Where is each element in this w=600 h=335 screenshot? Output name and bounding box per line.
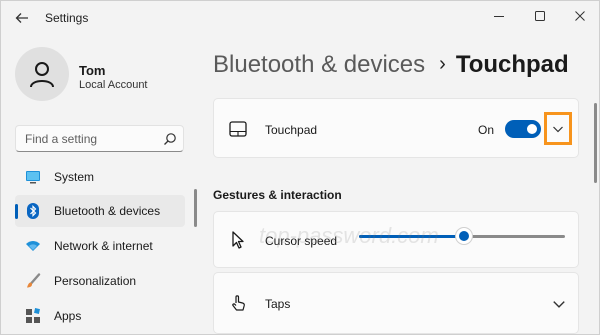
brush-icon (27, 273, 41, 288)
taps-label: Taps (265, 297, 291, 311)
app-title: Settings (45, 11, 89, 25)
back-arrow-icon (15, 13, 28, 23)
slider-fill (359, 235, 464, 238)
breadcrumb-separator: › (439, 53, 446, 75)
minimize-icon (494, 16, 504, 17)
expand-button[interactable] (544, 112, 572, 145)
cursor-icon (232, 231, 244, 249)
close-icon (575, 11, 585, 21)
back-button[interactable] (11, 9, 33, 27)
touchpad-toggle[interactable] (505, 120, 541, 138)
close-button[interactable] (565, 4, 595, 28)
chevron-down-icon (553, 126, 563, 132)
search-icon (164, 133, 176, 145)
minimize-button[interactable] (484, 4, 514, 28)
cursor-speed-slider[interactable] (359, 226, 565, 246)
apps-icon (26, 308, 40, 323)
page-title: Touchpad (455, 51, 569, 78)
avatar (15, 47, 69, 101)
touchpad-icon (229, 121, 247, 137)
cursor-speed-card: Cursor speed (213, 211, 579, 268)
sidebar-scrollbar[interactable] (194, 189, 197, 227)
taps-card[interactable]: Taps (213, 272, 579, 334)
account-type: Local Account (79, 79, 148, 91)
cursor-speed-label: Cursor speed (265, 234, 338, 248)
toggle-knob (527, 124, 537, 134)
sidebar-item-label: System (54, 170, 95, 184)
search-placeholder: Find a setting (25, 132, 98, 146)
touchpad-label: Touchpad (265, 123, 318, 137)
wifi-icon (26, 241, 40, 251)
sidebar-item-personalization[interactable]: Personalization (15, 265, 185, 297)
user-name: Tom (79, 63, 106, 78)
sidebar-item-system[interactable]: System (15, 161, 185, 193)
sidebar-item-apps[interactable]: Apps (15, 300, 185, 332)
bluetooth-icon (27, 203, 39, 219)
sidebar-item-label: Apps (54, 309, 82, 323)
active-indicator (15, 204, 18, 219)
system-icon (26, 171, 40, 184)
tap-gesture-icon (232, 295, 245, 311)
maximize-button[interactable] (525, 4, 555, 28)
section-heading: Gestures & interaction (213, 188, 342, 202)
person-icon (30, 62, 54, 88)
sidebar-item-network-internet[interactable]: Network & internet (15, 230, 185, 262)
search-input[interactable]: Find a setting (15, 125, 184, 152)
slider-thumb[interactable] (455, 227, 473, 245)
toggle-state-label: On (478, 123, 495, 137)
sidebar-item-label: Bluetooth & devices (54, 204, 161, 218)
touchpad-card[interactable]: Touchpad On (213, 98, 579, 158)
content-scrollbar[interactable] (594, 103, 597, 183)
sidebar-item-label: Personalization (54, 274, 137, 288)
chevron-down-icon[interactable] (552, 297, 566, 311)
sidebar-item-bluetooth-devices[interactable]: Bluetooth & devices (15, 195, 185, 227)
sidebar-item-label: Network & internet (54, 239, 153, 253)
title-bar: Settings (1, 1, 600, 33)
breadcrumb-parent[interactable]: Bluetooth & devices (213, 51, 425, 78)
maximize-icon (535, 11, 545, 21)
breadcrumb: Bluetooth & devices › Touchpad (213, 51, 569, 79)
